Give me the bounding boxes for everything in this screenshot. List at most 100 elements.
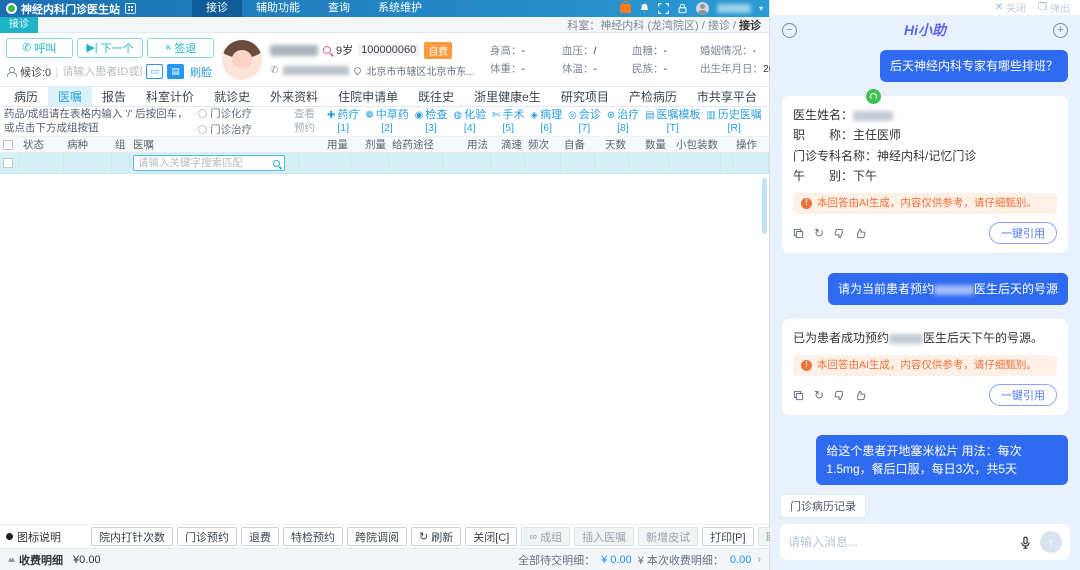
print-button[interactable]: 打印[P] [702,527,753,546]
vital-label: 身高： [490,45,522,57]
order-keyword-input[interactable] [138,157,269,169]
bag-icon[interactable] [620,4,631,13]
face-scan-button[interactable]: 刷脸 [188,64,214,80]
tab-city-platform[interactable]: 市共享平台 [687,87,767,106]
tab-medical-record[interactable]: 病历 [4,87,48,106]
signout-button[interactable]: ×签退 [147,38,214,58]
expand-arrow-icon[interactable]: › [757,554,761,566]
vital-value: - [522,45,526,57]
quote-button[interactable]: 一键引用 [989,384,1057,406]
vital-value: / [594,45,597,57]
refund-button[interactable]: 退费 [241,527,279,546]
insurance-card-icon[interactable]: ▤ [167,64,184,79]
phone-icon: ✆ [270,65,278,76]
redacted-patient-name [270,45,318,56]
patient-address: 北京市市辖区北京市东... [366,63,474,78]
tab-external-data[interactable]: 外来资料 [260,87,328,106]
tab-research[interactable]: 研究项目 [551,87,619,106]
col-actions: 操作 [733,137,769,152]
injection-count-button[interactable]: 院内打针次数 [91,527,173,546]
breadcrumb-prefix: 科室：神经内科 (龙湾院区) / 接诊 / [567,20,739,32]
record-chip[interactable]: 门诊病历记录 [780,494,866,518]
order-type-consult[interactable]: ◎会诊[7] [568,109,601,135]
order-type-history[interactable]: ▥历史医嘱[R] [706,109,761,135]
order-type-lab[interactable]: ◍化验[4] [453,109,486,135]
select-all-checkbox[interactable] [3,140,13,150]
tab-orders[interactable]: 医嘱 [48,87,92,106]
scrollbar-thumb[interactable] [762,178,767,234]
lock-icon[interactable] [677,3,688,14]
thumbs-down-icon[interactable] [834,390,845,401]
tab-reports[interactable]: 报告 [92,87,136,106]
thumbs-up-icon[interactable] [855,390,866,401]
redacted-doctor-name [853,111,893,121]
microphone-icon[interactable] [1019,536,1032,549]
vital-value: - [753,45,757,57]
fullscreen-icon[interactable] [658,3,669,14]
search-patient-icon[interactable] [323,46,331,54]
menu-item-query[interactable]: 查询 [314,0,364,17]
message-input[interactable] [788,535,1011,549]
send-button[interactable]: ↑ [1040,531,1062,553]
fee-detail-label[interactable]: 收费明细 [19,552,63,568]
add-skin-test-button[interactable]: 新增皮试 [638,527,698,546]
tab-past-history[interactable]: 既往史 [408,87,464,106]
thumbs-down-icon[interactable] [834,228,845,239]
user-avatar[interactable] [696,2,709,15]
view-appointment-link[interactable]: 查看预约 [294,108,320,134]
thumbs-up-icon[interactable] [855,228,866,239]
insert-order-button[interactable]: 插入医嘱 [574,527,634,546]
icon-legend[interactable]: 图标说明 [6,529,61,545]
radio-chemo[interactable]: 门诊化疗 [198,106,252,121]
close-icon: × [165,42,171,54]
menu-item-aux[interactable]: 辅助功能 [242,0,314,17]
order-type-template[interactable]: ▤医嘱模板[T] [645,109,700,135]
order-type-surgery[interactable]: ✄手术[5] [492,109,524,135]
radio-treatment[interactable]: 门诊治疗 [198,122,252,137]
new-chat-icon[interactable]: + [1053,23,1068,38]
group-button[interactable]: ∞成组 [521,527,570,546]
copy-icon[interactable] [793,390,804,401]
order-type-medication[interactable]: ✚药疗[1] [327,109,359,135]
panel-close-button[interactable]: ✕关闭 [995,0,1026,15]
next-patient-button[interactable]: ▶|下一个 [77,38,144,58]
regenerate-icon[interactable]: ↻ [814,389,824,401]
search-icon[interactable] [273,160,280,167]
tab-dept-pricing[interactable]: 科室计价 [136,87,204,106]
clinic-appointment-button[interactable]: 门诊预约 [177,527,237,546]
order-type-pathology[interactable]: ◈病理[6] [530,109,562,135]
bell-icon[interactable] [639,3,650,14]
menu-item-reception[interactable]: 接诊 [192,0,242,17]
order-type-exam[interactable]: ◉检查[3] [415,109,448,135]
minimize-icon[interactable]: − [782,23,797,38]
menu-item-maintenance[interactable]: 系统维护 [364,0,436,17]
close-button[interactable]: 关闭[C] [465,527,517,546]
regenerate-icon[interactable]: ↻ [814,227,824,239]
panel-popout-button[interactable]: ❐弹出 [1038,0,1070,15]
tab-visit-history[interactable]: 就诊史 [204,87,260,106]
workstation-switch-icon[interactable] [125,3,136,14]
col-spacer [721,137,733,152]
chevron-down-icon[interactable]: ▾ [759,4,763,13]
group-link-icon: ∞ [529,531,537,543]
cross-hospital-button[interactable]: 跨院调阅 [347,527,407,546]
order-type-therapy[interactable]: ⊕治疗[8] [607,109,639,135]
special-exam-appointment-button[interactable]: 特检预约 [283,527,343,546]
vital-label: 血糖： [632,45,664,57]
copy-icon[interactable] [793,228,804,239]
row-checkbox[interactable] [3,158,13,168]
tab-admission-request[interactable]: 住院申请单 [328,87,408,106]
app-logo-icon [6,3,17,14]
status-bar: ▴▴ 收费明细 ¥0.00 全部待交明细： ¥ 0.00 ¥ 本次收费明细： 0… [0,548,769,570]
tab-health-e[interactable]: 浙里健康e生 [464,87,551,106]
consult-icon: ◎ [568,110,577,121]
patient-search-input[interactable] [62,66,142,78]
order-type-herbal[interactable]: ❁中草药[2] [365,109,408,135]
refresh-button[interactable]: ↻刷新 [411,527,461,546]
call-button[interactable]: ✆呼叫 [6,38,73,58]
tab-prenatal[interactable]: 产检病历 [619,87,687,106]
subtab-reception[interactable]: 接诊 [0,17,38,33]
quote-button[interactable]: 一键引用 [989,222,1057,244]
collapse-icon[interactable]: ▴▴ [8,554,13,565]
card-reader-icon[interactable]: ▭ [146,64,163,79]
